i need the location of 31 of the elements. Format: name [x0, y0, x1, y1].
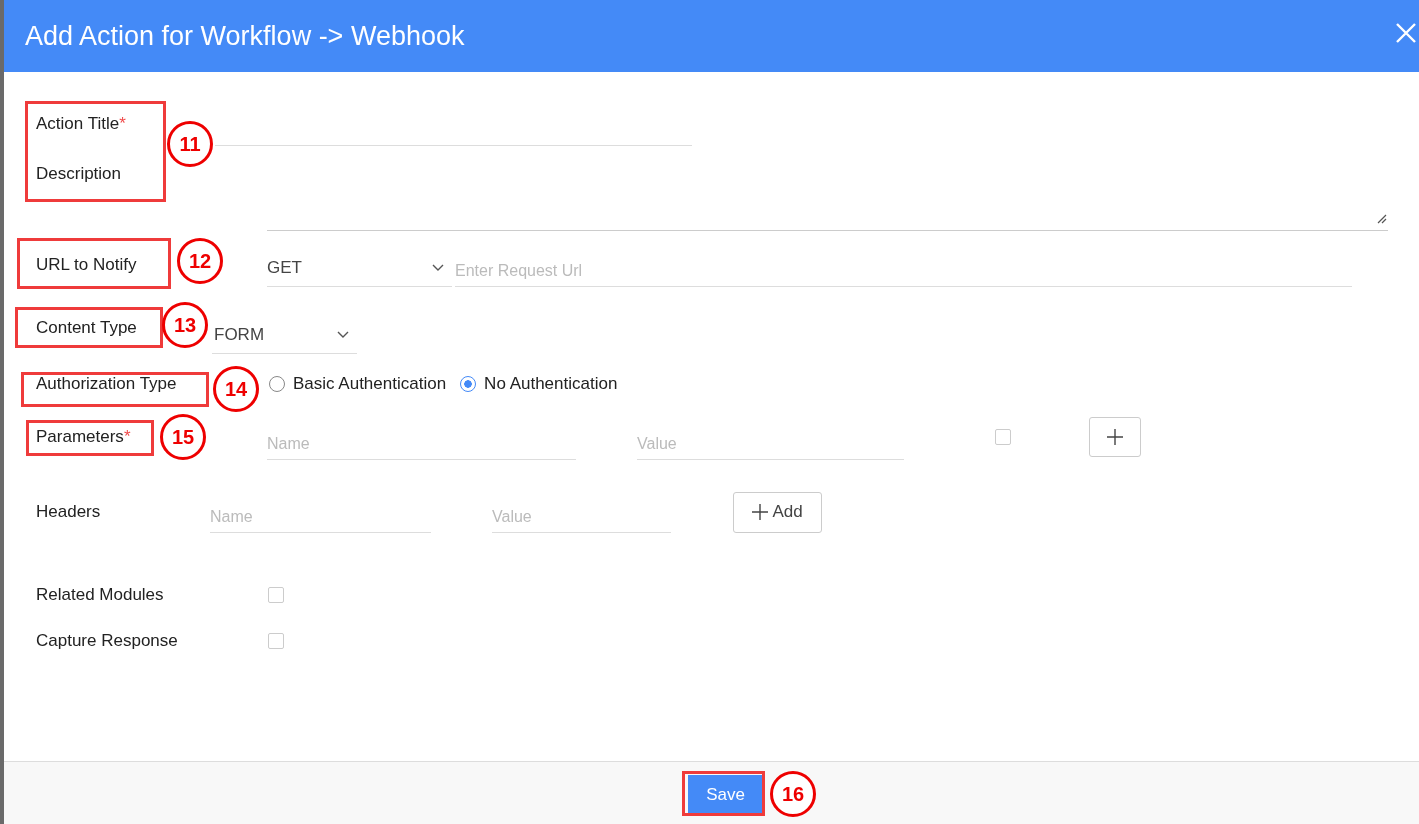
checkbox[interactable]	[268, 633, 284, 649]
header-value-field[interactable]: Value	[492, 501, 671, 533]
dialog-title: Add Action for Workflow -> Webhook	[25, 20, 465, 52]
field-label: Capture Response	[36, 631, 178, 651]
checkbox[interactable]	[268, 587, 284, 603]
field-label: URL to Notify	[36, 255, 137, 275]
header-name-field[interactable]: Name	[210, 501, 431, 533]
checkbox[interactable]	[995, 429, 1011, 445]
field-label: Parameters*	[36, 427, 131, 447]
field-label: Authorization Type	[36, 374, 177, 394]
chevron-down-icon	[432, 263, 444, 272]
method-dropdown[interactable]: GET	[267, 249, 452, 287]
parameter-value-field[interactable]: Value	[637, 428, 904, 460]
close-icon[interactable]	[1395, 22, 1417, 44]
resize-grip-icon[interactable]	[1377, 214, 1387, 224]
content-type-dropdown[interactable]: FORM	[212, 316, 357, 354]
radio-option[interactable]: Basic Authentication	[269, 374, 447, 394]
field-label: Content Type	[36, 318, 137, 338]
radio-option[interactable]: No Authentication	[460, 374, 618, 394]
field-label: Description	[36, 164, 122, 184]
request-url-field[interactable]: Enter Request Url	[455, 255, 1352, 287]
parameter-name-field[interactable]: Name	[267, 428, 576, 460]
field-label: Related Modules	[36, 585, 164, 605]
radio-button[interactable]	[460, 376, 477, 392]
plus-icon	[752, 504, 769, 520]
field-label: Action Title*	[36, 114, 126, 134]
add-parameter-button[interactable]	[1089, 417, 1141, 457]
field-label: Headers	[36, 502, 101, 522]
add-header-button[interactable]: Add	[733, 491, 822, 533]
chevron-down-icon	[337, 330, 349, 339]
plus-icon	[1107, 429, 1123, 445]
